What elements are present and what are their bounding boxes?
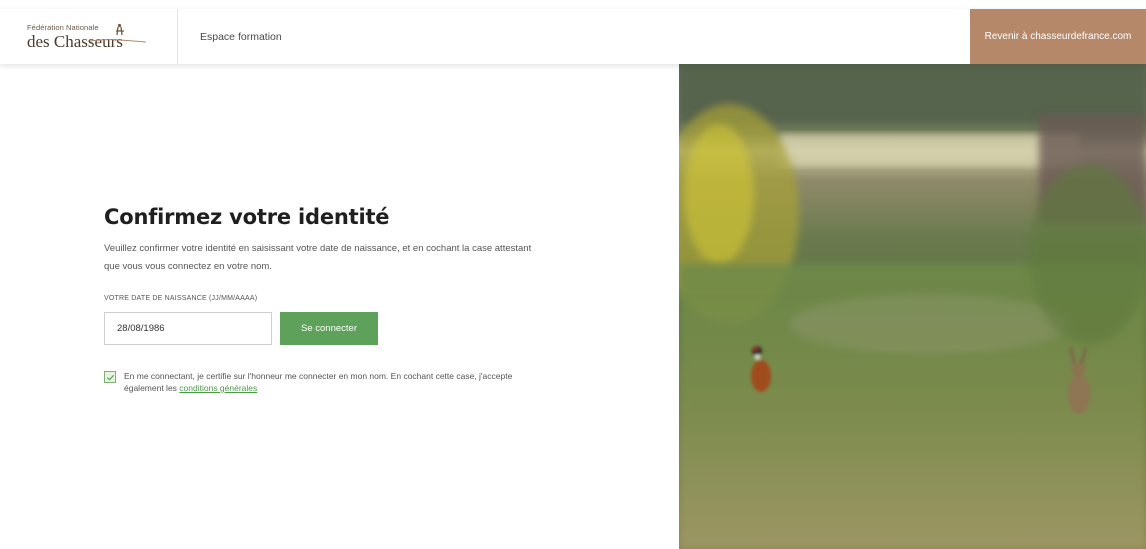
logo[interactable]: Fédération Nationale des Chasseurs	[0, 9, 178, 64]
page-title-text: Confirmez votre identité	[104, 205, 390, 229]
consent-text: En me connectant, je certifie sur l'honn…	[124, 370, 524, 394]
back-to-site-button[interactable]: Revenir à chasseurdefrance.com	[970, 9, 1146, 64]
check-icon	[106, 374, 114, 381]
connect-button[interactable]: Se connecter	[280, 312, 378, 345]
hero-photo	[679, 64, 1146, 549]
consent-checkbox[interactable]	[104, 371, 116, 383]
form-row: Se connecter	[104, 312, 544, 345]
identity-form-section: Confirmez votre identité Veuillez confir…	[104, 205, 544, 394]
birthdate-label: VOTRE DATE DE NAISSANCE (JJ/MM/AAAA)	[104, 295, 258, 302]
hero-photo-art	[679, 64, 1146, 549]
terms-link[interactable]: conditions générales	[179, 383, 257, 393]
birthdate-input[interactable]	[104, 312, 272, 345]
top-header: Fédération Nationale des Chasseurs Espac…	[0, 9, 1146, 64]
hunter-logo-icon	[89, 23, 147, 43]
intro-text: Veuillez confirmer votre identité en sai…	[104, 243, 532, 272]
nav-espace-formation[interactable]: Espace formation	[178, 9, 282, 64]
page-title: Confirmez votre identité	[104, 205, 390, 230]
header-spacer	[282, 9, 970, 64]
consent-row: En me connectant, je certifie sur l'honn…	[104, 370, 544, 394]
